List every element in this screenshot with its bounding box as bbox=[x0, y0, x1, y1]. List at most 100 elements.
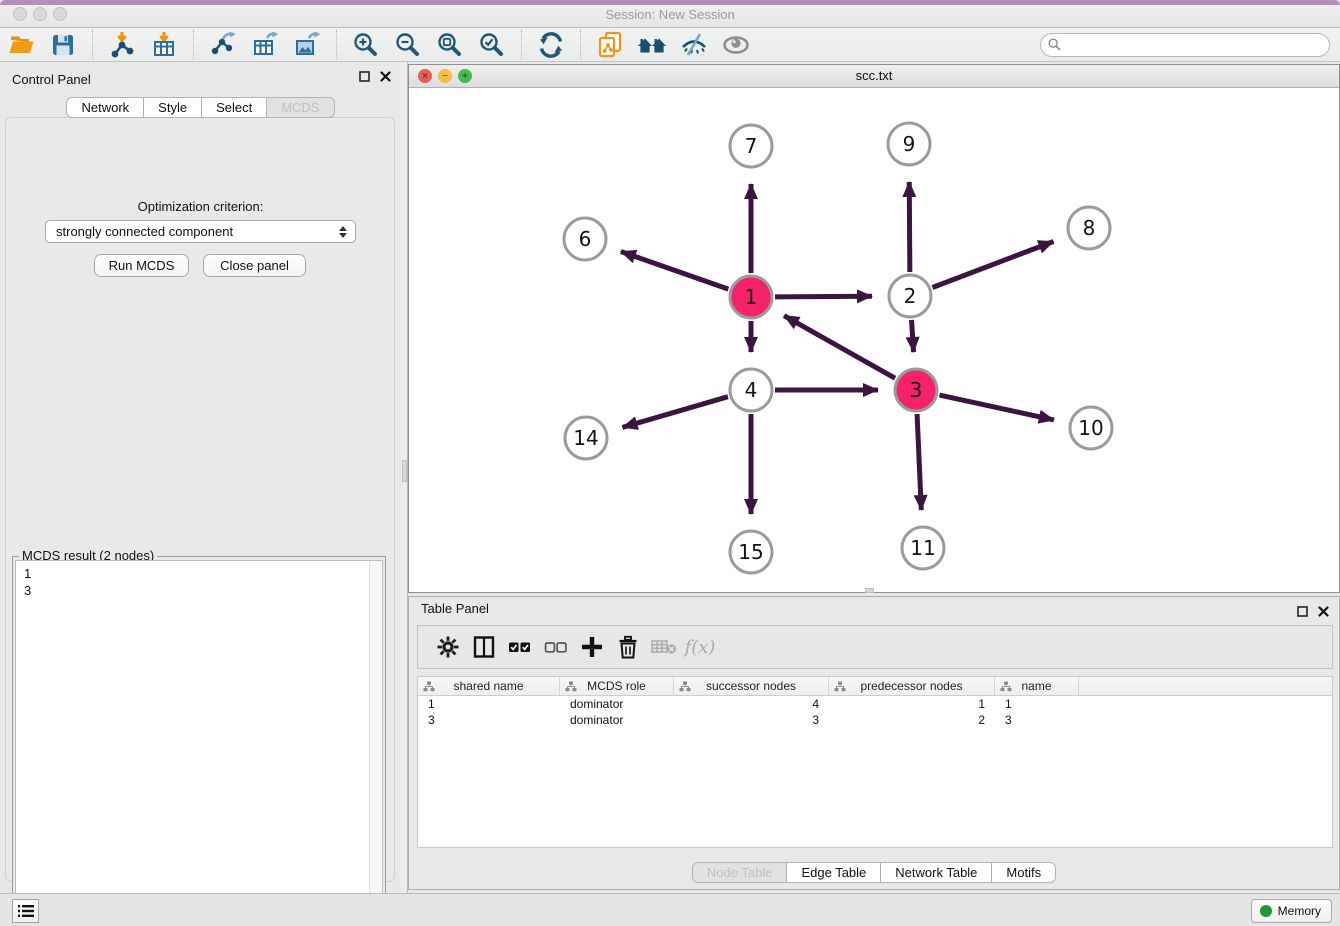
table-row[interactable]: 3dominator323 bbox=[418, 712, 1332, 728]
graph-node-3[interactable]: 3 bbox=[895, 369, 937, 411]
float-table-panel-icon[interactable] bbox=[1297, 606, 1308, 617]
graph-edge-3-11[interactable] bbox=[917, 414, 921, 510]
graph-node-7[interactable]: 7 bbox=[730, 125, 772, 167]
close-panel-button[interactable]: Close panel bbox=[203, 254, 306, 277]
copy-network-icon[interactable] bbox=[593, 30, 627, 60]
float-panel-icon[interactable] bbox=[359, 71, 370, 82]
graph-node-8[interactable]: 8 bbox=[1068, 207, 1110, 249]
graph-edge-2-8[interactable] bbox=[932, 241, 1053, 287]
memory-button[interactable]: Memory bbox=[1251, 899, 1332, 923]
search-field bbox=[1040, 33, 1330, 57]
hierarchy-icon bbox=[834, 681, 846, 692]
graph-node-9[interactable]: 9 bbox=[888, 123, 930, 165]
graph-edge-4-14[interactable] bbox=[622, 397, 727, 428]
home-icon[interactable] bbox=[635, 30, 669, 60]
hierarchy-icon bbox=[1000, 681, 1012, 692]
result-scrollbar[interactable] bbox=[369, 561, 382, 926]
graph-edge-1-2[interactable] bbox=[775, 296, 872, 297]
graph-node-14[interactable]: 14 bbox=[565, 417, 607, 459]
table-cell[interactable]: 1 bbox=[418, 696, 560, 712]
tab-edge-table[interactable]: Edge Table bbox=[787, 862, 881, 883]
graph-node-label: 8 bbox=[1083, 216, 1096, 240]
graph-node-4[interactable]: 4 bbox=[730, 369, 772, 411]
import-network-icon[interactable] bbox=[105, 30, 139, 60]
close-panel-icon[interactable] bbox=[380, 71, 391, 82]
graph-edge-3-10[interactable] bbox=[939, 395, 1053, 420]
deselect-all-icon[interactable] bbox=[538, 629, 574, 665]
toolbar-separator bbox=[92, 30, 93, 60]
search-input[interactable] bbox=[1040, 33, 1330, 57]
graph-edge-1-6[interactable] bbox=[621, 252, 728, 290]
delete-column-icon[interactable] bbox=[610, 629, 646, 665]
table-cell[interactable]: 1 bbox=[995, 696, 1079, 712]
tab-mcds[interactable]: MCDS bbox=[267, 97, 334, 118]
table-row[interactable]: 1dominator411 bbox=[418, 696, 1332, 712]
close-table-panel-icon[interactable] bbox=[1318, 606, 1329, 617]
graph-node-label: 6 bbox=[579, 227, 592, 251]
settings-gear-icon[interactable] bbox=[430, 629, 466, 665]
graph-node-10[interactable]: 10 bbox=[1070, 407, 1112, 449]
add-column-icon[interactable] bbox=[574, 629, 610, 665]
criterion-dropdown[interactable]: strongly connected component bbox=[45, 220, 356, 243]
graph-node-1[interactable]: 1 bbox=[730, 276, 772, 318]
two-columns-icon[interactable] bbox=[466, 629, 502, 665]
column-header-mcds-role[interactable]: MCDS role bbox=[560, 677, 674, 695]
table-cell[interactable]: dominator bbox=[560, 696, 674, 712]
tab-select[interactable]: Select bbox=[202, 97, 267, 118]
table-cell[interactable]: 4 bbox=[674, 696, 829, 712]
hierarchy-icon bbox=[565, 681, 577, 692]
export-image-icon[interactable] bbox=[290, 30, 324, 60]
select-all-icon[interactable] bbox=[502, 629, 538, 665]
tab-motifs[interactable]: Motifs bbox=[992, 862, 1056, 883]
column-header-successor-nodes[interactable]: successor nodes bbox=[674, 677, 829, 695]
window-title: Session: New Session bbox=[0, 7, 1340, 22]
graph-node-2[interactable]: 2 bbox=[889, 275, 931, 317]
list-menu-icon bbox=[18, 904, 34, 918]
network-canvas[interactable]: 7 9 6 8 1 2 4 3 14 10 15 11 bbox=[409, 88, 1339, 592]
table-cell[interactable]: 3 bbox=[995, 712, 1079, 728]
table-cell[interactable]: dominator bbox=[560, 712, 674, 728]
network-resize-grip[interactable] bbox=[865, 588, 874, 593]
zoom-fit-icon[interactable] bbox=[433, 30, 467, 60]
table-cell[interactable]: 1 bbox=[829, 696, 995, 712]
export-network-icon[interactable] bbox=[206, 30, 240, 60]
toolbar-separator bbox=[521, 30, 522, 60]
import-table-icon[interactable] bbox=[147, 30, 181, 60]
tab-node-table[interactable]: Node Table bbox=[692, 862, 788, 883]
graph-edge-3-1[interactable] bbox=[784, 316, 895, 379]
run-mcds-button[interactable]: Run MCDS bbox=[94, 254, 189, 277]
refresh-icon[interactable] bbox=[534, 30, 568, 60]
status-bar: Memory bbox=[0, 893, 1340, 926]
tab-network[interactable]: Network bbox=[66, 97, 144, 118]
save-session-icon[interactable] bbox=[46, 30, 80, 60]
open-session-icon[interactable] bbox=[4, 30, 38, 60]
birds-eye-view-icon[interactable] bbox=[719, 30, 753, 60]
toolbar-separator bbox=[193, 30, 194, 60]
tab-style[interactable]: Style bbox=[144, 97, 202, 118]
tab-network-table[interactable]: Network Table bbox=[881, 862, 992, 883]
window-top-accent bbox=[0, 0, 1340, 5]
main-toolbar bbox=[0, 28, 1340, 62]
dropdown-stepper-icon bbox=[337, 223, 349, 241]
table-cell[interactable]: 2 bbox=[829, 712, 995, 728]
network-window-titlebar[interactable]: × − + scc.txt bbox=[409, 65, 1339, 88]
hide-graphics-details-icon[interactable] bbox=[677, 30, 711, 60]
column-header-name[interactable]: name bbox=[995, 677, 1079, 695]
mcds-result-area[interactable]: 1 3 bbox=[15, 560, 383, 926]
graph-edge-2-3[interactable] bbox=[912, 320, 914, 352]
splitter-grip[interactable] bbox=[402, 460, 407, 482]
graph-node-15[interactable]: 15 bbox=[730, 531, 772, 573]
zoom-out-icon[interactable] bbox=[391, 30, 425, 60]
graph-edge-2-9[interactable] bbox=[909, 182, 910, 272]
zoom-in-icon[interactable] bbox=[349, 30, 383, 60]
status-menu-button[interactable] bbox=[12, 899, 39, 923]
table-cell[interactable]: 3 bbox=[674, 712, 829, 728]
table-cell[interactable]: 3 bbox=[418, 712, 560, 728]
column-header-shared-name[interactable]: shared name bbox=[418, 677, 560, 695]
export-table-icon[interactable] bbox=[248, 30, 282, 60]
graph-node-6[interactable]: 6 bbox=[564, 218, 606, 260]
panel-splitter[interactable] bbox=[401, 62, 408, 893]
zoom-selected-icon[interactable] bbox=[475, 30, 509, 60]
column-header-predecessor-nodes[interactable]: predecessor nodes bbox=[829, 677, 995, 695]
graph-node-11[interactable]: 11 bbox=[902, 527, 944, 569]
